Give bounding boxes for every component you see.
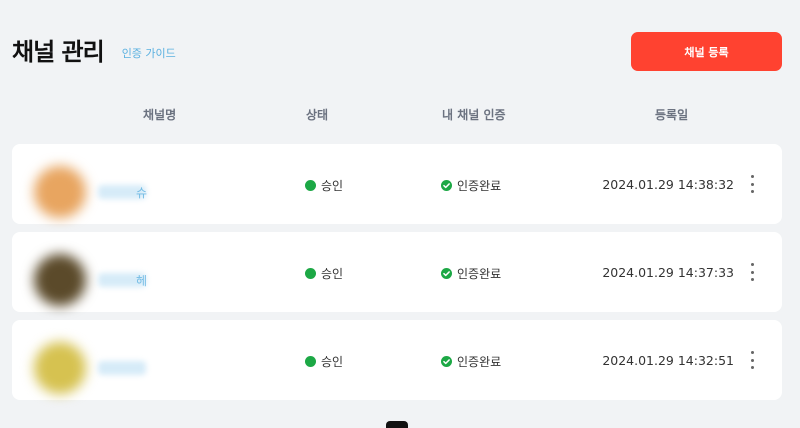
channel-name[interactable]: 헤 [136, 272, 147, 289]
page-title: 채널 관리 [12, 38, 105, 66]
page-header: 채널 관리 인증 가이드 [12, 32, 176, 67]
status-text: 승인 [321, 355, 344, 369]
check-circle-icon [441, 268, 452, 279]
pagination-button[interactable] [386, 421, 408, 428]
channel-name[interactable]: 슈 [136, 184, 147, 201]
channel-avatar [34, 254, 86, 306]
channel-thumbnail: 슈 [20, 152, 147, 218]
verification-status: 인증완료 [441, 265, 501, 282]
guide-link[interactable]: 인증 가이드 [122, 45, 176, 61]
table-row[interactable]: 헤 승인 인증완료 2024.01.29 14:37:33 [12, 232, 782, 312]
status-text: 승인 [321, 179, 344, 193]
table-row[interactable]: 슈 승인 인증완료 2024.01.29 14:38:32 [12, 144, 782, 224]
column-header-verification: 내 채널 인증 [442, 108, 506, 122]
status-dot-icon [305, 180, 316, 191]
registered-date: 2024.01.29 14:32:51 [602, 353, 734, 368]
verification-status: 인증완료 [441, 177, 501, 194]
status-dot-icon [305, 268, 316, 279]
table-row[interactable]: 승인 인증완료 2024.01.29 14:32:51 [12, 320, 782, 400]
registered-date: 2024.01.29 14:38:32 [602, 177, 734, 192]
verification-text: 인증완료 [457, 267, 502, 281]
channel-avatar [34, 342, 86, 394]
channel-avatar [34, 166, 86, 218]
status-dot-icon [305, 356, 316, 367]
registered-date: 2024.01.29 14:37:33 [602, 265, 734, 280]
column-header-date: 등록일 [655, 108, 689, 122]
check-circle-icon [441, 180, 452, 191]
status-badge: 승인 [305, 265, 343, 282]
status-text: 승인 [321, 267, 344, 281]
check-circle-icon [441, 356, 452, 367]
channel-thumbnail [20, 328, 146, 394]
verification-text: 인증완료 [457, 355, 502, 369]
verification-status: 인증완료 [441, 353, 501, 370]
column-header-name: 채널명 [143, 108, 177, 122]
channel-thumbnail: 헤 [20, 240, 147, 306]
more-options-icon[interactable] [744, 348, 760, 372]
status-badge: 승인 [305, 177, 343, 194]
channel-name-blurred[interactable] [98, 361, 146, 375]
more-options-icon[interactable] [744, 260, 760, 284]
status-badge: 승인 [305, 353, 343, 370]
column-header-status: 상태 [306, 108, 329, 122]
verification-text: 인증완료 [457, 179, 502, 193]
register-channel-button[interactable]: 채널 등록 [631, 32, 782, 71]
more-options-icon[interactable] [744, 172, 760, 196]
